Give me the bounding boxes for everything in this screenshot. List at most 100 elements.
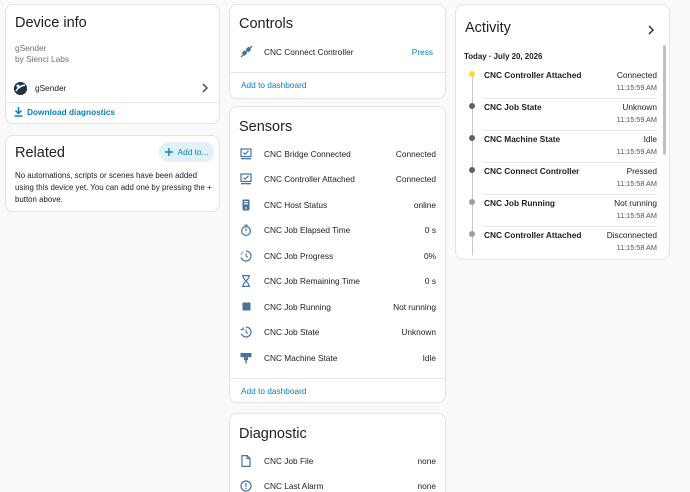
device-model: gSender: [15, 43, 47, 53]
alert-circle-icon: [239, 479, 253, 492]
sensor-value: 0 s: [424, 225, 436, 236]
download-icon: [14, 107, 23, 117]
diagnostic-row[interactable]: CNC Job File none: [230, 448, 445, 474]
sensors-add-to-dashboard[interactable]: Add to dashboard: [241, 386, 307, 396]
activity-time: 11:15:58 AM: [616, 211, 657, 220]
activity-entity-name: CNC Controller Attached: [484, 230, 582, 240]
hourglass-icon: [239, 274, 253, 288]
activity-state: Unknown: [622, 102, 657, 112]
activity-item[interactable]: CNC Machine State Idle 11:15:59 AM: [484, 131, 657, 163]
sensor-value: Unknown: [401, 327, 436, 338]
device-info-title: Device info: [15, 15, 87, 31]
sensor-name: CNC Job Running: [264, 301, 331, 312]
download-diagnostics-button[interactable]: Download diagnostics: [14, 107, 115, 117]
sensor-name: CNC Controller Attached: [264, 174, 355, 185]
timeline-dot: [469, 103, 475, 109]
sensor-name: CNC Job Elapsed Time: [264, 225, 351, 236]
sensor-row[interactable]: CNC Job State Unknown: [230, 320, 445, 346]
controls-card: Controls CNC Connect Controller Press Ad…: [229, 4, 446, 99]
activity-state: Connected: [616, 70, 657, 80]
timeline-dot: [469, 71, 475, 77]
timeline-dot: [469, 135, 475, 141]
timeline-dot: [469, 199, 475, 205]
activity-title: Activity: [465, 20, 511, 36]
sensor-value: 0%: [424, 250, 436, 261]
diagnostic-name: CNC Last Alarm: [264, 481, 324, 492]
sensors-title: Sensors: [239, 119, 293, 135]
sensor-row[interactable]: CNC Job Remaining Time 0 s: [230, 269, 445, 295]
file-icon: [239, 454, 253, 468]
stop-icon: [239, 300, 253, 314]
sensor-row[interactable]: CNC Controller Attached Connected: [230, 167, 445, 193]
activity-state: Pressed: [626, 166, 657, 176]
activity-item[interactable]: CNC Controller Attached Connected 11:15:59…: [484, 67, 657, 99]
sensor-row[interactable]: CNC Bridge Connected Connected: [230, 141, 445, 167]
control-name: CNC Connect Controller: [264, 46, 354, 57]
sensor-name: CNC Job Remaining Time: [264, 276, 360, 287]
diagnostic-value: none: [417, 481, 436, 492]
sensor-value: Connected: [395, 174, 436, 185]
server-icon: [239, 198, 253, 212]
diagnostic-name: CNC Job File: [264, 455, 314, 466]
activity-chevron-right-icon[interactable]: [647, 25, 655, 35]
activity-time: 11:15:59 AM: [616, 147, 657, 156]
monitor-check-icon: [239, 172, 253, 186]
diagnostic-card: Diagnostic CNC Job File none CNC Last Al…: [229, 413, 446, 492]
sensor-value: Idle: [422, 352, 436, 363]
diagnostic-row[interactable]: CNC Last Alarm none: [230, 474, 445, 492]
connection-icon: [239, 45, 253, 59]
activity-date-header: Today · July 20, 2026: [464, 52, 543, 61]
sensors-card: Sensors CNC Bridge Connected Connected C…: [229, 106, 446, 403]
activity-state: Not running: [614, 198, 657, 208]
controls-divider: [230, 72, 445, 73]
progress-clock-icon: [239, 249, 253, 263]
sensor-name: CNC Bridge Connected: [264, 148, 351, 159]
timeline-line: [472, 73, 473, 255]
press-button[interactable]: Press: [412, 47, 433, 57]
controls-add-to-dashboard[interactable]: Add to dashboard: [241, 80, 307, 90]
sensor-row[interactable]: CNC Job Running Not running: [230, 294, 445, 320]
sensor-value: 0 s: [424, 276, 436, 287]
sensor-name: CNC Job Progress: [264, 250, 334, 261]
activity-scrollbar[interactable]: [663, 45, 666, 155]
related-card: Related Add to... No automations, script…: [5, 135, 220, 212]
activity-time: 11:15:59 AM: [616, 115, 657, 124]
sensor-row[interactable]: CNC Machine State Idle: [230, 345, 445, 371]
device-info-card: Device info gSender by Sienci Labs gSend…: [5, 4, 220, 124]
add-to-label: Add to...: [177, 147, 209, 157]
integration-name: gSender: [35, 83, 67, 93]
activity-entity-name: CNC Job State: [484, 102, 542, 112]
sensors-divider: [230, 378, 445, 379]
sensor-name: CNC Job State: [264, 327, 320, 338]
activity-time: 11:15:58 AM: [616, 243, 657, 252]
controls-title: Controls: [239, 16, 293, 32]
sensor-value: online: [413, 199, 436, 210]
related-empty-text: No automations, scripts or scenes have b…: [15, 171, 212, 204]
sensor-name: CNC Host Status: [264, 199, 328, 210]
integration-row[interactable]: gSender: [6, 77, 219, 99]
timer-icon: [239, 223, 253, 237]
gsender-logo-icon: [14, 81, 27, 95]
activity-item[interactable]: CNC Job Running Not running 11:15:58 AM: [484, 195, 657, 227]
monitor-check-icon: [239, 147, 253, 161]
activity-item[interactable]: CNC Job State Unknown 11:15:59 AM: [484, 99, 657, 131]
diagnostic-title: Diagnostic: [239, 426, 307, 442]
activity-state: Idle: [643, 134, 657, 144]
timeline-dot: [469, 167, 475, 173]
device-manufacturer: by Sienci Labs: [15, 54, 69, 64]
add-to-button[interactable]: Add to...: [159, 142, 214, 162]
activity-item[interactable]: CNC Controller Attached Disconnected 11:15…: [484, 227, 657, 259]
activity-card: Activity Today · July 20, 2026 CNC Contr…: [455, 4, 670, 260]
activity-time: 11:15:58 AM: [616, 179, 657, 188]
sensor-row[interactable]: CNC Host Status online: [230, 192, 445, 218]
sensor-row[interactable]: CNC Job Elapsed Time 0 s: [230, 218, 445, 244]
diagnostic-value: none: [417, 455, 436, 466]
activity-time: 11:15:59 AM: [616, 83, 657, 92]
timeline-dot: [469, 231, 475, 237]
activity-entity-name: CNC Connect Controller: [484, 166, 580, 176]
activity-item[interactable]: CNC Connect Controller Pressed 11:15:58 AM: [484, 163, 657, 195]
sensor-value: Connected: [395, 148, 436, 159]
related-title: Related: [15, 145, 65, 161]
sensor-row[interactable]: CNC Job Progress 0%: [230, 243, 445, 269]
sensor-value: Not running: [393, 301, 436, 312]
